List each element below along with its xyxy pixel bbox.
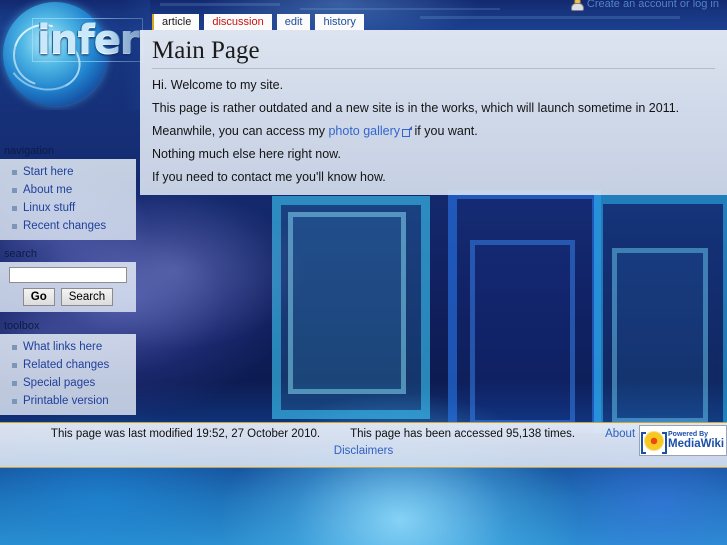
external-link-icon — [402, 126, 413, 137]
sidebar-item-recent-changes[interactable]: Recent changes — [2, 217, 134, 235]
paragraph-greeting: Hi. Welcome to my site. — [152, 78, 284, 92]
disclaimers-link[interactable]: Disclaimers — [334, 445, 393, 457]
header-streak — [300, 8, 500, 10]
tab-edit[interactable]: edit — [276, 14, 311, 30]
search-buttons: Go Search — [4, 288, 132, 306]
sidebar-link-label[interactable]: Special pages — [23, 375, 95, 391]
paragraph-contact: If you need to contact me you'll know ho… — [152, 170, 386, 184]
sidebar-link-label[interactable]: Recent changes — [23, 218, 106, 234]
badge-mediawiki: MediaWiki — [668, 438, 725, 451]
powered-by-mediawiki-badge[interactable]: Powered By MediaWiki — [639, 425, 727, 456]
header-streak — [160, 3, 280, 6]
navigation-list: Start here About me Linux stuff Recent c… — [2, 163, 134, 235]
bullet-icon — [12, 169, 17, 175]
portlet-toolbox: toolbox What links here Related changes … — [0, 320, 136, 415]
paragraph-gallery: Meanwhile, you can access my photo galle… — [152, 115, 715, 138]
sidebar-link-label[interactable]: About me — [23, 182, 72, 198]
user-icon-body — [570, 3, 584, 11]
mediawiki-sunflower-icon — [641, 430, 667, 454]
bullet-icon — [12, 398, 17, 404]
gallery-text-after: if you want. — [411, 124, 478, 138]
portlet-search: search Go Search — [0, 248, 136, 312]
badge-text: Powered By MediaWiki — [668, 431, 724, 450]
sidebar-link-label[interactable]: Start here — [23, 164, 74, 180]
create-account-or-login-link[interactable]: Create an account or log in — [587, 0, 719, 10]
photo-gallery-link[interactable]: photo gallery — [328, 124, 400, 138]
toolbox-heading: toolbox — [4, 320, 40, 332]
bullet-icon — [12, 223, 17, 229]
external-link-icon-arrow — [408, 126, 413, 130]
sidebar-item-start-here[interactable]: Start here — [2, 163, 134, 181]
sidebar: navigation Start here About me Linux stu… — [0, 145, 136, 423]
page-body: Hi. Welcome to my site. This page is rat… — [152, 69, 715, 184]
site-logo[interactable]: infer — [0, 0, 150, 110]
header-streak — [420, 16, 680, 19]
tab-article[interactable]: article — [152, 14, 200, 30]
tab-history[interactable]: history — [315, 14, 364, 30]
paragraph-outdated: This page is rather outdated and a new s… — [152, 101, 680, 115]
sidebar-link-label[interactable]: What links here — [23, 339, 102, 355]
sidebar-item-about-me[interactable]: About me — [2, 181, 134, 199]
portlet-navigation: navigation Start here About me Linux stu… — [0, 145, 136, 240]
sidebar-item-special-pages[interactable]: Special pages — [2, 374, 134, 392]
bullet-icon — [12, 380, 17, 386]
sidebar-item-related-changes[interactable]: Related changes — [2, 356, 134, 374]
navigation-body: Start here About me Linux stuff Recent c… — [0, 159, 136, 240]
sidebar-link-label[interactable]: Printable version — [23, 393, 109, 409]
view-count-text: This page has been accessed 95,138 times… — [350, 428, 576, 440]
tab-discussion[interactable]: discussion — [204, 14, 272, 30]
search-heading: search — [4, 248, 38, 260]
gallery-text-before: Meanwhile, you can access my — [152, 124, 329, 138]
search-input[interactable] — [9, 267, 127, 283]
sunflower-petals — [644, 430, 664, 451]
sidebar-item-linux-stuff[interactable]: Linux stuff — [2, 199, 134, 217]
bullet-icon — [12, 344, 17, 350]
toolbox-list: What links here Related changes Special … — [2, 338, 134, 410]
footer-secondary-row: Disclaimers — [0, 440, 727, 457]
navigation-heading: navigation — [4, 145, 55, 157]
external-link-icon-box — [402, 129, 411, 137]
sidebar-link-label[interactable]: Related changes — [23, 357, 109, 373]
sunflower-bracket-right — [662, 431, 667, 454]
page-tabs: article discussion edit history — [152, 14, 364, 30]
search-body: Go Search — [0, 262, 136, 312]
user-icon — [570, 0, 584, 11]
content-area: Main Page Hi. Welcome to my site. This p… — [140, 30, 727, 195]
footer-primary-row: This page was last modified 19:52, 27 Oc… — [0, 425, 727, 456]
search-fulltext-button[interactable]: Search — [60, 288, 114, 306]
bullet-icon — [12, 187, 17, 193]
badge-powered-by: Powered By — [668, 430, 709, 438]
last-modified-text: This page was last modified 19:52, 27 Oc… — [50, 428, 321, 440]
bullet-icon — [12, 205, 17, 211]
search-go-button[interactable]: Go — [22, 288, 55, 306]
page-title: Main Page — [152, 36, 715, 69]
paragraph-nothing-else: Nothing much else here right now. — [152, 147, 341, 161]
page-footer: This page was last modified 19:52, 27 Oc… — [0, 422, 727, 468]
bullet-icon — [12, 362, 17, 368]
sidebar-link-label[interactable]: Linux stuff — [23, 200, 75, 216]
personal-tools[interactable]: Create an account or log in — [570, 0, 719, 11]
sidebar-item-printable-version[interactable]: Printable version — [2, 392, 134, 410]
sidebar-item-what-links-here[interactable]: What links here — [2, 338, 134, 356]
toolbox-body: What links here Related changes Special … — [0, 334, 136, 415]
